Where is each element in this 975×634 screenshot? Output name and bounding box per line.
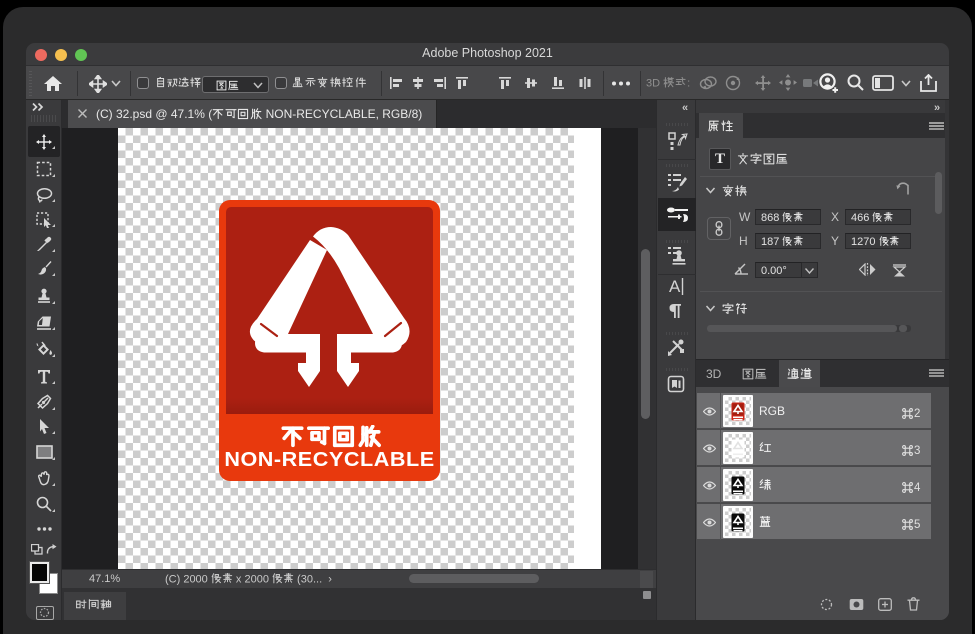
svg-text:A: A	[669, 277, 681, 296]
